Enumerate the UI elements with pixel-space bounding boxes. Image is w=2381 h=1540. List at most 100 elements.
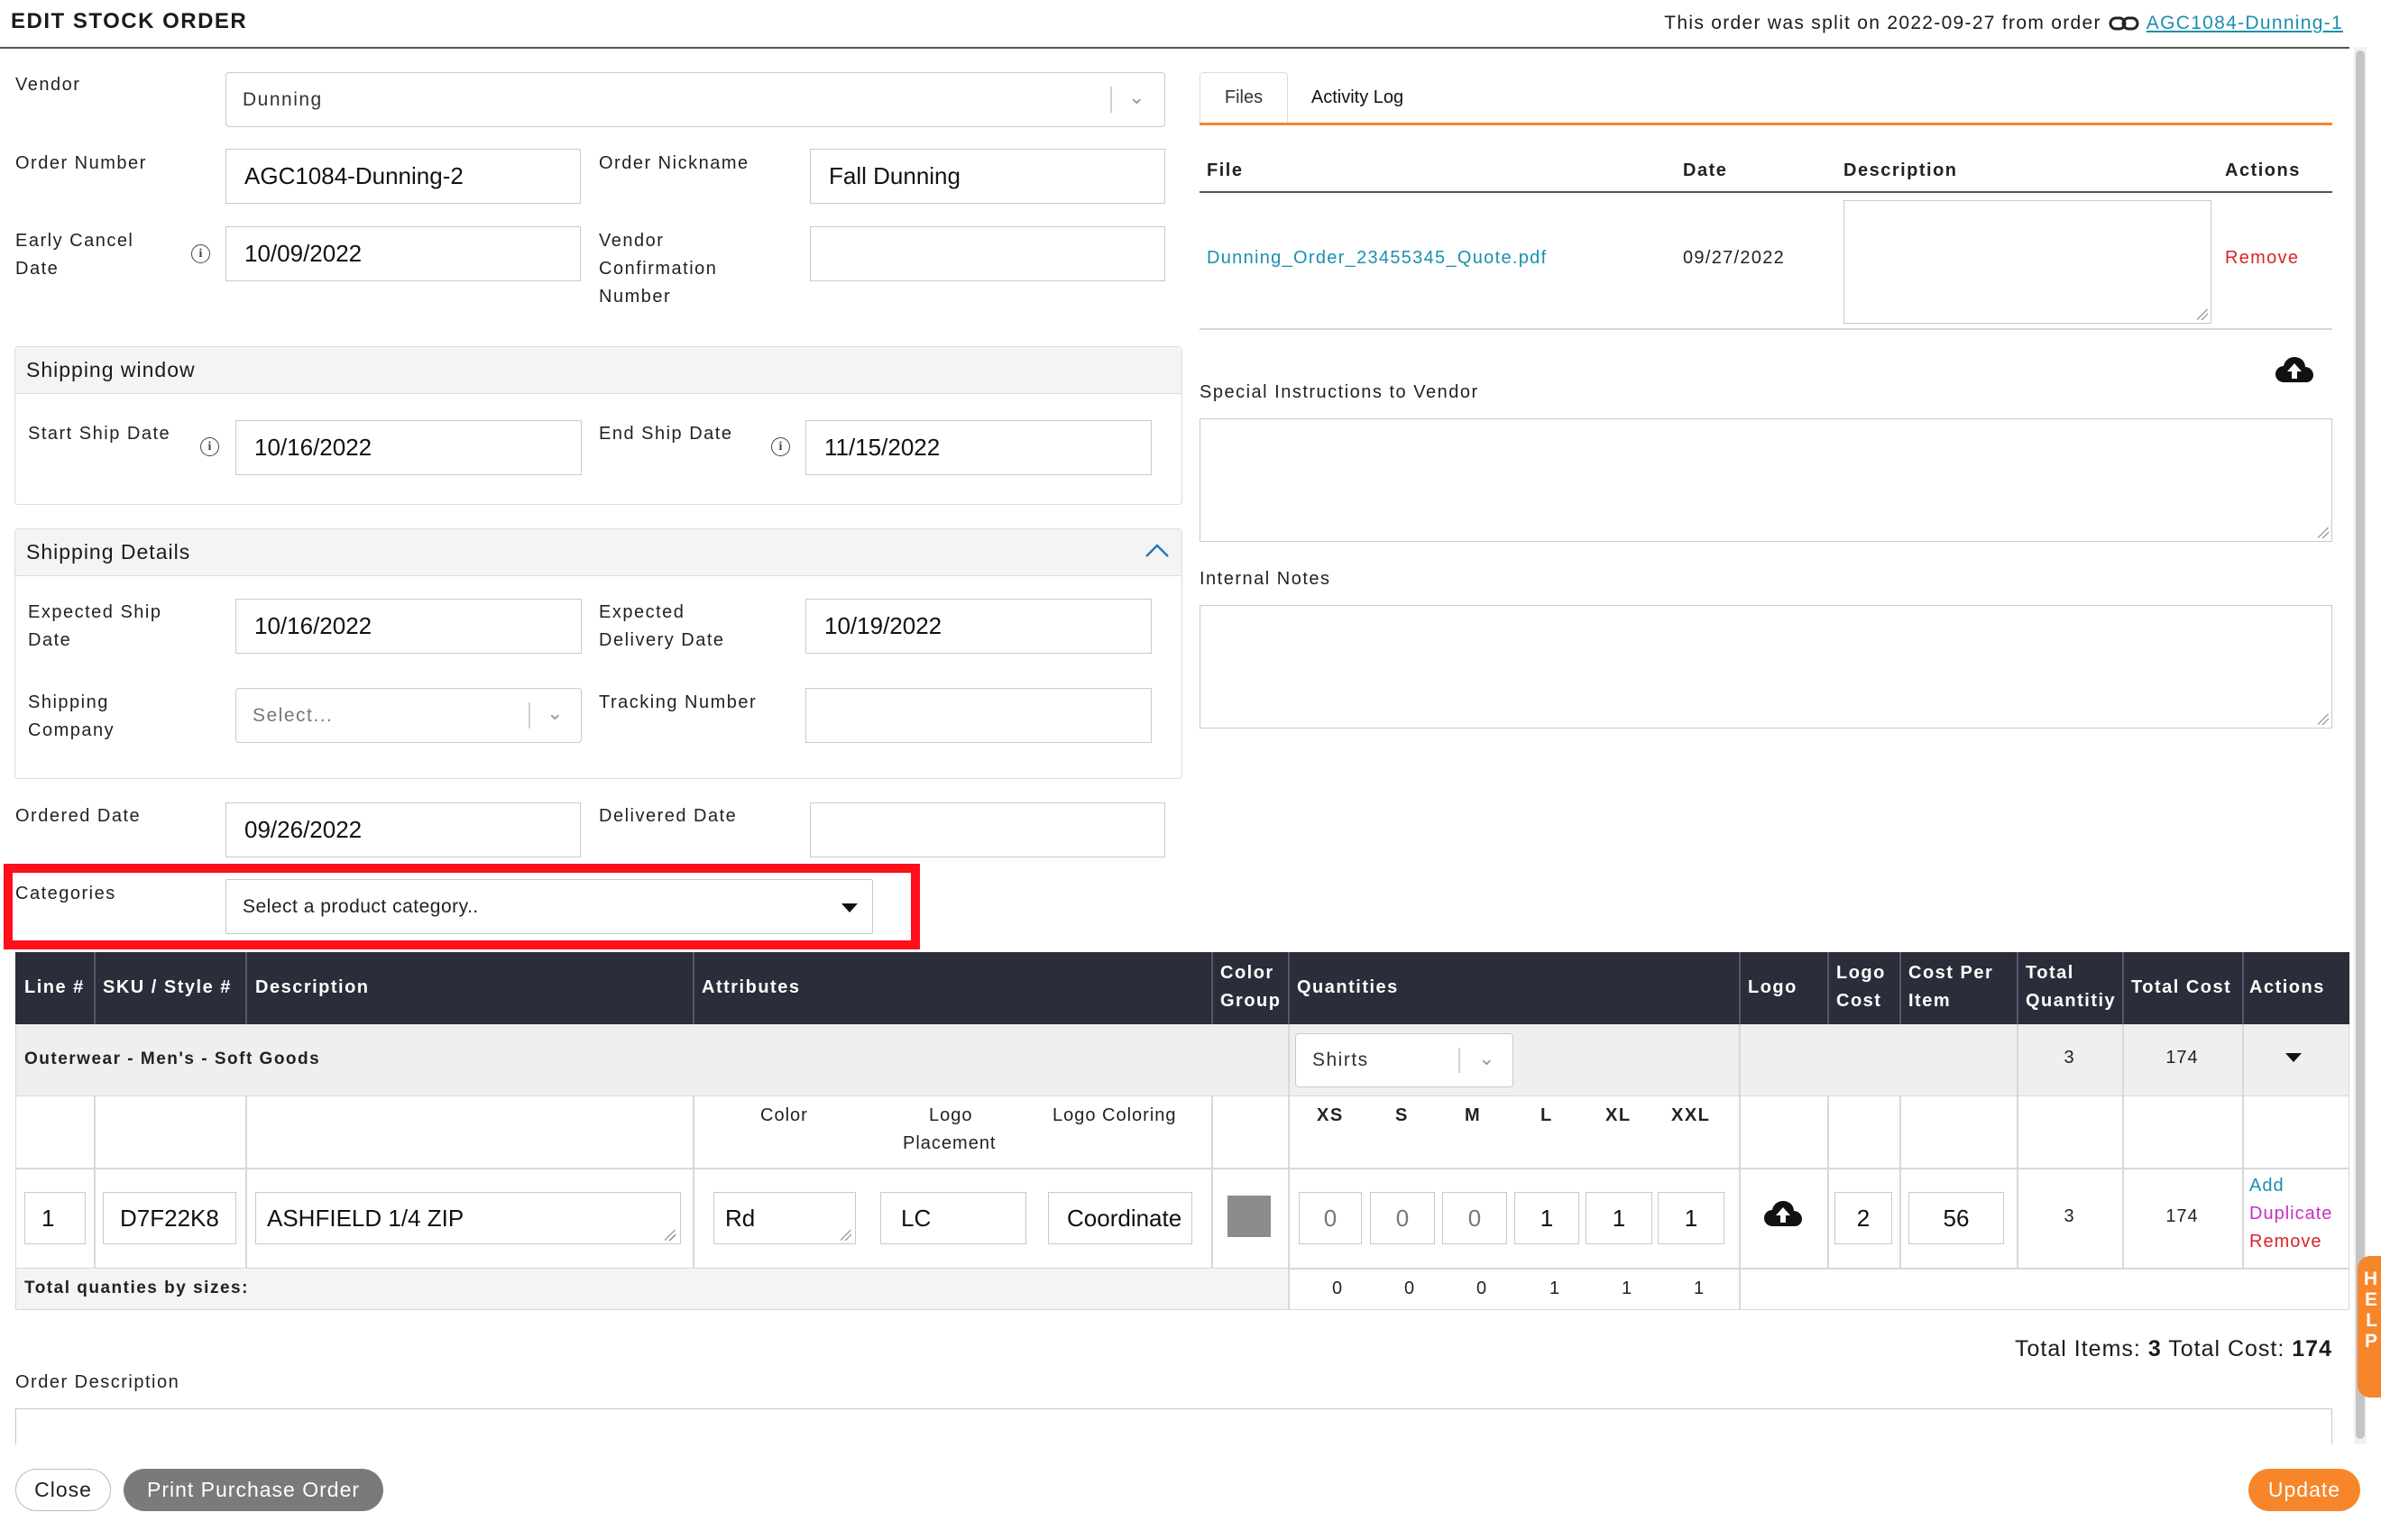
col-quantities: Quantities [1297, 977, 1399, 997]
split-order-link[interactable]: AGC1084-Dunning-1 [2147, 13, 2343, 34]
file-description-input[interactable] [1843, 200, 2211, 324]
col-actions: Actions [2249, 977, 2325, 997]
total-cost-label: Total Cost: [2168, 1336, 2285, 1361]
resize-grip-icon[interactable] [665, 1230, 676, 1241]
header-divider [0, 47, 2349, 49]
color-input[interactable]: Rd [713, 1192, 856, 1244]
group-divider [1739, 1024, 1741, 1096]
size-xxl: XXL [1671, 1105, 1711, 1125]
logo-cost-input[interactable]: 2 [1834, 1192, 1892, 1244]
logo-upload-icon[interactable] [1763, 1199, 1803, 1230]
delivered-date-input[interactable] [810, 802, 1165, 857]
categories-select[interactable]: Select a product category.. [225, 879, 873, 934]
group-divider [1288, 1024, 1290, 1096]
end-ship-date-input[interactable]: 11/15/2022 [805, 420, 1152, 475]
vendor-confirmation-label-line1: Vendor [599, 231, 665, 251]
resize-grip-icon[interactable] [2197, 309, 2208, 320]
qty-l-input[interactable]: 1 [1514, 1192, 1579, 1244]
header-divider [1288, 952, 1290, 1024]
logo-placement-input[interactable]: LC [880, 1192, 1026, 1244]
close-button[interactable]: Close [15, 1469, 111, 1511]
header-divider [1739, 952, 1741, 1024]
tab-files[interactable]: Files [1200, 72, 1288, 123]
update-button-label: Update [2267, 1478, 2341, 1501]
shipping-company-select[interactable]: Select... ⌄ [235, 688, 582, 743]
expected-delivery-date-input[interactable]: 10/19/2022 [805, 599, 1152, 654]
totals-by-size-label: Total quanties by sizes: [24, 1279, 249, 1297]
cloud-upload-icon[interactable] [2275, 355, 2314, 386]
qty-s-input[interactable]: 0 [1370, 1192, 1435, 1244]
caret-down-icon[interactable] [2285, 1053, 2302, 1062]
chevron-up-icon[interactable] [1144, 541, 1171, 559]
header-divider [94, 952, 96, 1024]
vendor-confirmation-input[interactable] [810, 226, 1165, 281]
resize-grip-icon[interactable] [2318, 527, 2329, 538]
shipping-details-title[interactable]: Shipping Details [15, 529, 1181, 576]
total-s: 0 [1404, 1279, 1416, 1298]
order-nickname-input[interactable]: Fall Dunning [810, 149, 1165, 204]
tab-activity-log[interactable]: Activity Log [1290, 72, 1425, 123]
help-tab[interactable]: HELP [2358, 1256, 2381, 1398]
early-cancel-date-input[interactable]: 10/09/2022 [225, 226, 581, 281]
col-logo-cost-line1: Logo [1836, 963, 1886, 983]
header-divider [1899, 952, 1901, 1024]
ordered-date-input[interactable]: 09/26/2022 [225, 802, 581, 857]
start-ship-date-input[interactable]: 10/16/2022 [235, 420, 582, 475]
shipping-window-title: Shipping window [15, 347, 1181, 394]
col-attributes: Attributes [702, 977, 801, 997]
total-xxl: 1 [1694, 1279, 1705, 1298]
update-button[interactable]: Update [2248, 1469, 2360, 1511]
row-duplicate-link[interactable]: Duplicate [2249, 1204, 2332, 1224]
internal-notes-input[interactable] [1200, 605, 2332, 729]
qty-xl-input[interactable]: 1 [1586, 1192, 1652, 1244]
early-cancel-label-line2: Date [15, 259, 60, 279]
total-xl: 1 [1622, 1279, 1633, 1298]
order-description-input[interactable] [15, 1408, 2332, 1444]
group-total-cost: 174 [2165, 1048, 2199, 1068]
end-ship-date-label: End Ship Date [599, 424, 733, 444]
sub-divider [1899, 1096, 1901, 1268]
early-cancel-info-icon[interactable]: i [191, 244, 210, 263]
col-description: Description [255, 977, 370, 997]
sub-divider [245, 1096, 247, 1268]
cost-per-item-input[interactable]: 56 [1908, 1192, 2004, 1244]
resize-grip-icon[interactable] [841, 1230, 851, 1241]
expected-ship-date-input[interactable]: 10/16/2022 [235, 599, 582, 654]
expected-delivery-label-line1: Expected [599, 602, 685, 622]
vendor-select[interactable]: Dunning ⌄ [225, 72, 1165, 127]
tracking-number-input[interactable] [805, 688, 1152, 743]
files-header-divider [1200, 191, 2332, 193]
col-total-quantity-line2: Quantitiy [2026, 991, 2117, 1011]
scrollbar-thumb[interactable] [2356, 50, 2365, 1439]
row-add-link[interactable]: Add [2249, 1176, 2284, 1196]
qty-xxl-input[interactable]: 1 [1658, 1192, 1724, 1244]
vendor-confirmation-label-line3: Number [599, 287, 672, 307]
end-ship-info-icon[interactable]: i [771, 437, 790, 456]
qty-xs-input[interactable]: 0 [1299, 1192, 1362, 1244]
order-number-input[interactable]: AGC1084-Dunning-2 [225, 149, 581, 204]
sub-divider [2017, 1096, 2018, 1268]
subheader-bottom [16, 1168, 2349, 1169]
chevron-down-icon: ⌄ [1128, 86, 1146, 108]
size-type-select[interactable]: Shirts ⌄ [1295, 1033, 1513, 1087]
caret-down-icon [841, 903, 858, 912]
tab-files-label: Files [1224, 87, 1264, 107]
special-instructions-input[interactable] [1200, 418, 2332, 542]
col-color-group-line2: Group [1220, 991, 1282, 1011]
file-link[interactable]: Dunning_Order_23455345_Quote.pdf [1207, 248, 1547, 269]
order-number-label: Order Number [15, 153, 147, 173]
line-number-input[interactable]: 1 [24, 1192, 86, 1244]
sub-col-logo-placement-line1: Logo [929, 1105, 973, 1125]
color-swatch[interactable] [1227, 1196, 1271, 1237]
total-l: 1 [1549, 1279, 1561, 1298]
logo-coloring-input[interactable]: Coordinate [1048, 1192, 1192, 1244]
description-input[interactable]: ASHFIELD 1/4 ZIP [255, 1192, 681, 1244]
qty-m-input[interactable]: 0 [1442, 1192, 1507, 1244]
col-total-cost: Total Cost [2131, 977, 2232, 997]
sku-input[interactable]: D7F22K8 [103, 1192, 236, 1244]
row-remove-link[interactable]: Remove [2249, 1232, 2321, 1252]
start-ship-info-icon[interactable]: i [200, 437, 219, 456]
file-remove-link[interactable]: Remove [2225, 248, 2299, 269]
resize-grip-icon[interactable] [2318, 714, 2329, 725]
print-purchase-order-button[interactable]: Print Purchase Order [124, 1469, 383, 1511]
